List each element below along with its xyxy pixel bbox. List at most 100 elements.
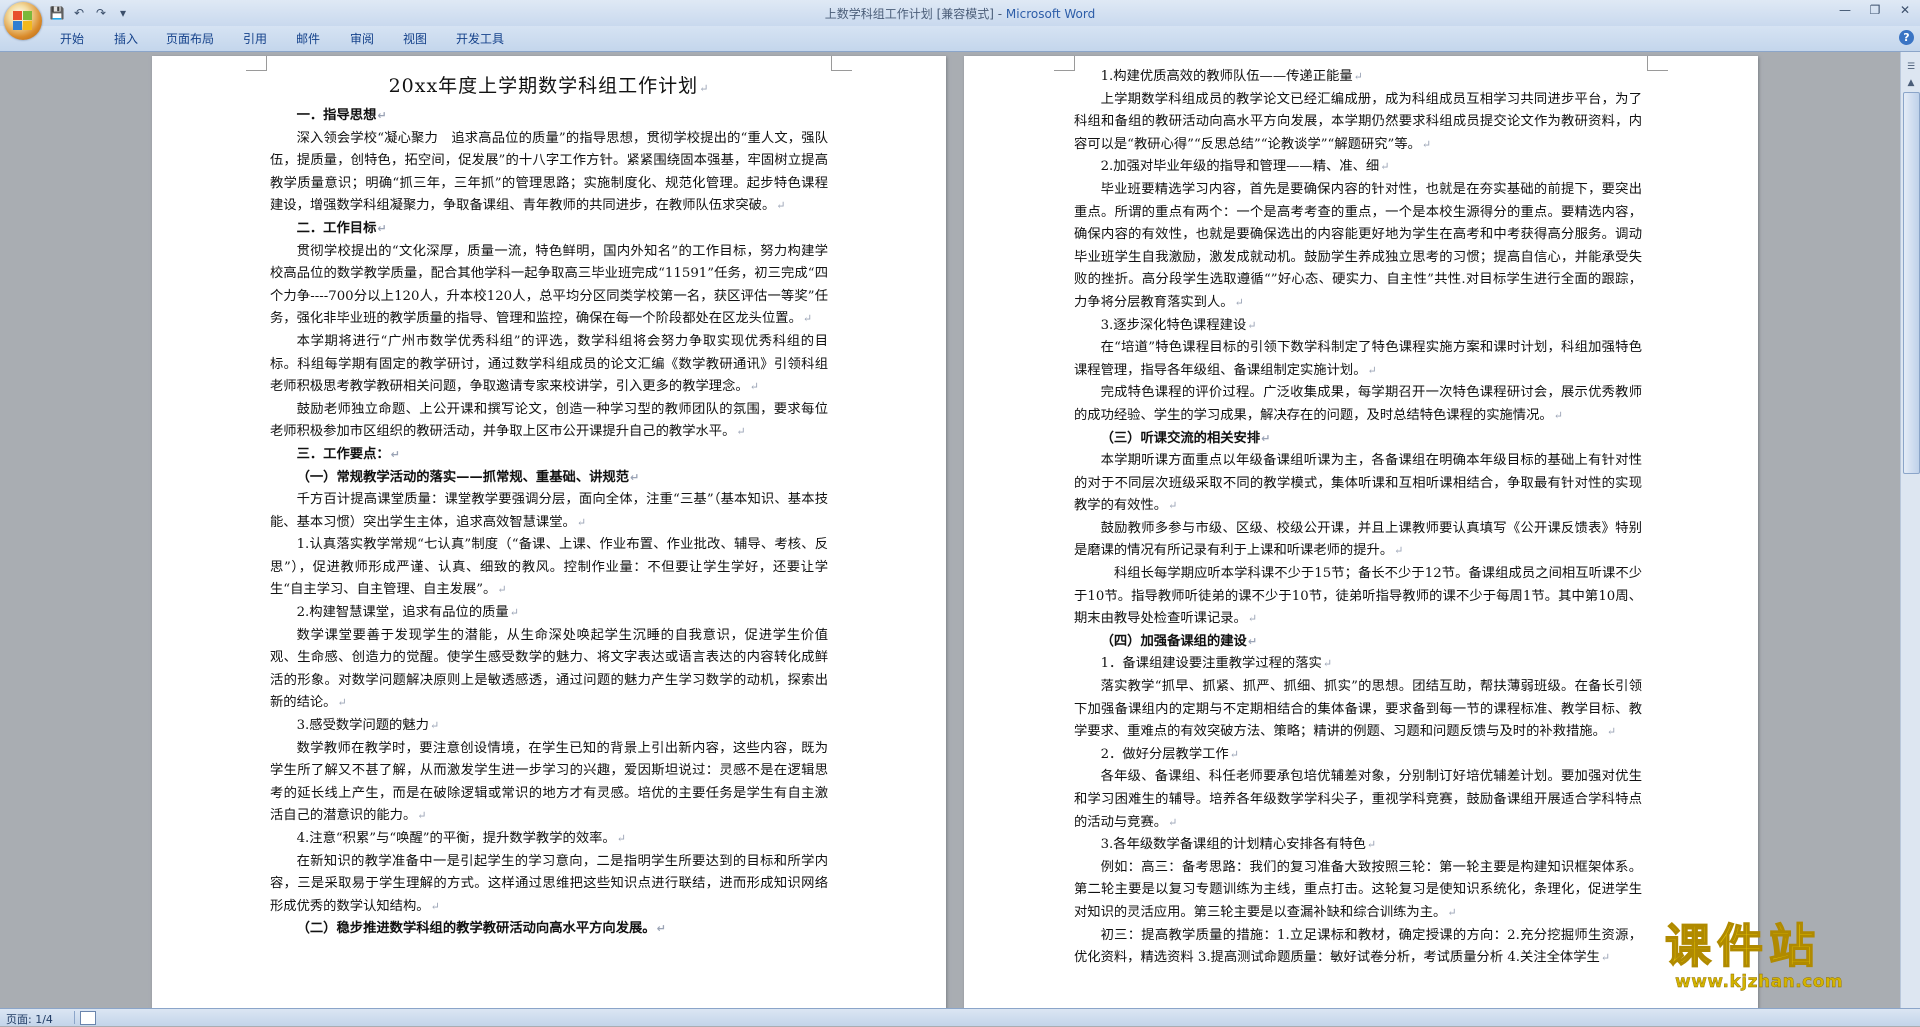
paragraph-text: 一．指导思想 bbox=[296, 108, 377, 123]
paragraph-text: 落实教学“抓早、抓紧、抓严、抓细、抓实”的思想。团结互助，帮扶薄弱班级。在备长引… bbox=[1074, 679, 1642, 740]
scroll-up-icon[interactable]: ▲ bbox=[1904, 76, 1918, 90]
paragraph-text: 3.各年级数学备课组的计划精心安排各有特色 bbox=[1100, 837, 1366, 853]
paragraph: 数学课堂要善于发现学生的潜能，从生命深处唤起学生沉睡的自我意识，促进学生价值观、… bbox=[270, 625, 828, 715]
paragraph: 2.加强对毕业年级的指导和管理——精、准、细↵ bbox=[1074, 156, 1642, 179]
ribbon-tab-strip: 开始 插入 页面布局 引用 邮件 审阅 视图 开发工具 ? bbox=[0, 26, 1920, 52]
margin-corner-mark bbox=[1647, 56, 1668, 71]
margin-corner-mark bbox=[831, 56, 852, 71]
section-heading: （三）听课交流的相关安排↵ bbox=[1074, 428, 1642, 451]
paragraph: 初三：提高教学质量的措施：1.立足课标和教材，确定授课的方向：2.充分挖掘师生资… bbox=[1074, 925, 1642, 970]
paragraph: 上学期数学科组成员的教学论文已经汇编成册，成为科组成员互相学习共同进步平台，为了… bbox=[1074, 89, 1642, 157]
paragraph-mark-icon: ↵ bbox=[1366, 838, 1377, 852]
section-heading: （四）加强备课组的建设↵ bbox=[1074, 631, 1642, 654]
paragraph-mark-icon: ↵ bbox=[1447, 905, 1457, 919]
paragraph: 本学期将进行“广州市数学优秀科组”的评选，数学科组将会努力争取实现优秀科组的目标… bbox=[270, 331, 828, 399]
paragraph: 贯彻学校提出的“文化深厚，质量一流，特色鲜明，国内外知名”的工作目标，努力构建学… bbox=[270, 241, 828, 331]
document-title-heading: 20xx年度上学期数学科组工作计划↵ bbox=[270, 66, 828, 109]
paragraph-text: 2.构建智慧课堂，追求有品位的质量 bbox=[296, 605, 509, 621]
paragraph-text: 20xx年度上学期数学科组工作计划 bbox=[388, 75, 699, 97]
close-icon[interactable]: ✕ bbox=[1890, 0, 1920, 20]
margin-corner-mark bbox=[246, 56, 267, 71]
scrollbar-thumb[interactable] bbox=[1903, 92, 1920, 474]
tab-mailings[interactable]: 邮件 bbox=[296, 30, 320, 47]
paragraph-mark-icon: ↵ bbox=[749, 380, 759, 394]
paragraph: 各年级、备课组、科任老师要承包培优辅差对象，分别制订好培优辅差计划。要加强对优生… bbox=[1074, 766, 1642, 834]
office-button[interactable] bbox=[4, 2, 42, 40]
paragraph-text: 数学教师在教学时，要注意创设情境，在学生已知的背景上引出新内容，这些内容，既为学… bbox=[270, 740, 828, 824]
tab-developer[interactable]: 开发工具 bbox=[456, 30, 504, 47]
paragraph-mark-icon: ↵ bbox=[1394, 544, 1404, 558]
paragraph-mark-icon: ↵ bbox=[1322, 657, 1333, 671]
tab-page-layout[interactable]: 页面布局 bbox=[166, 30, 214, 47]
app-name: Microsoft Word bbox=[1005, 7, 1096, 21]
paragraph-mark-icon: ↵ bbox=[1600, 951, 1611, 965]
window-title: 上数学科组工作计划 [兼容模式] - Microsoft Word bbox=[0, 5, 1920, 22]
tab-insert[interactable]: 插入 bbox=[114, 30, 138, 47]
paragraph-text: 3.逐步深化特色课程建设 bbox=[1100, 317, 1247, 333]
paragraph: 科组长每学期应听本学科课不少于15节；备长不少于12节。备课组成员之间相互听课不… bbox=[1074, 563, 1642, 631]
vertical-scrollbar[interactable]: ☰ ▲ bbox=[1900, 52, 1920, 1008]
paragraph-text: 千方百计提高课堂质量：课堂教学要强调分层，面向全体，注重“三基”（基本知识、基本… bbox=[270, 492, 828, 530]
restore-icon[interactable]: ❐ bbox=[1860, 0, 1890, 20]
paragraph: 例如：高三：备考思路：我们的复习准备大致按照三轮：第一轮主要是构建知识框架体系。… bbox=[1074, 857, 1642, 925]
paragraph-mark-icon: ↵ bbox=[699, 82, 710, 95]
paragraph-mark-icon: ↵ bbox=[1353, 70, 1363, 83]
paragraph-text: 二．工作目标 bbox=[296, 220, 377, 236]
paragraph-mark-icon: ↵ bbox=[1247, 612, 1258, 626]
paragraph-text: 1.构建优质高效的教师队伍——传递正能量 bbox=[1100, 69, 1353, 84]
paragraph: 1.认真落实教学常规“七认真”制度（“备课、上课、作业布置、作业批改、辅导、考核… bbox=[270, 534, 828, 602]
paragraph: 3.各年级数学备课组的计划精心安排各有特色↵ bbox=[1074, 834, 1642, 857]
paragraph-text: （二）稳步推进数学科组的教学教研活动向高水平方向发展。 bbox=[296, 921, 656, 937]
paragraph: 数学教师在教学时，要注意创设情境，在学生已知的背景上引出新内容，这些内容，既为学… bbox=[270, 738, 828, 828]
paragraph: 千方百计提高课堂质量：课堂教学要强调分层，面向全体，注重“三基”（基本知识、基本… bbox=[270, 489, 828, 534]
paragraph-mark-icon: ↵ bbox=[430, 899, 440, 913]
tab-view[interactable]: 视图 bbox=[403, 30, 427, 47]
paragraph-mark-icon: ↵ bbox=[1234, 295, 1244, 309]
section-heading: （一）常规教学活动的落实——抓常规、重基础、讲规范↵ bbox=[270, 467, 828, 490]
watermark-url: www.kjzhan.com bbox=[1675, 972, 1844, 992]
minimize-icon[interactable]: — bbox=[1830, 0, 1860, 20]
ruler-toggle-icon[interactable]: ☰ bbox=[1904, 60, 1918, 74]
tab-review[interactable]: 审阅 bbox=[350, 30, 374, 47]
paragraph-mark-icon: ↵ bbox=[656, 922, 666, 936]
proofing-icon[interactable] bbox=[80, 1011, 96, 1025]
section-heading: 二．工作目标↵ bbox=[270, 218, 828, 241]
tab-references[interactable]: 引用 bbox=[243, 30, 267, 47]
page-1-text[interactable]: 20xx年度上学期数学科组工作计划↵ 一．指导思想↵ 深入领会学校“凝心聚力 追求高… bbox=[270, 66, 828, 941]
watermark-logo-text: 课件站 bbox=[1664, 919, 1821, 973]
page-2-text[interactable]: 1.构建优质高效的教师队伍——传递正能量↵ 上学期数学科组成员的教学论文已经汇编成… bbox=[1074, 66, 1642, 970]
paragraph-text: 毕业班要精选学习内容，首先是要确保内容的针对性，也就是在夯实基础的前提下，要突出… bbox=[1074, 181, 1642, 310]
paragraph-text: 本学期将进行“广州市数学优秀科组”的评选，数学科组将会努力争取实现优秀科组的目标… bbox=[270, 333, 828, 395]
paragraph-mark-icon: ↵ bbox=[509, 606, 519, 620]
paragraph: 在“培道”特色课程目标的引领下数学科制定了特色课程实施方案和课时计划，科组加强特… bbox=[1074, 337, 1642, 382]
document-area: 20xx年度上学期数学科组工作计划↵ 一．指导思想↵ 深入领会学校“凝心聚力 追求高… bbox=[0, 52, 1900, 1008]
paragraph-text: 科组长每学期应听本学科课不少于15节；备长不少于12节。备课组成员之间相互听课不… bbox=[1074, 566, 1642, 627]
paragraph-text: 1.认真落实教学常规“七认真”制度（“备课、上课、作业布置、作业批改、辅导、考核… bbox=[270, 537, 828, 598]
paragraph: 在新知识的教学准备中一是引起学生的学习意向，二是指明学生所要达到的目标和所学内容… bbox=[270, 851, 828, 919]
title-bar: 💾 ↶ ↷ ▾ 上数学科组工作计划 [兼容模式] - Microsoft Wor… bbox=[0, 0, 1920, 40]
paragraph: 2.构建智慧课堂，追求有品位的质量↵ bbox=[270, 602, 828, 625]
paragraph-text: （一）常规教学活动的落实——抓常规、重基础、讲规范 bbox=[296, 469, 630, 485]
paragraph-text: 上学期数学科组成员的教学论文已经汇编成册，成为科组成员互相学习共同进步平台，为了… bbox=[1074, 91, 1642, 152]
page-1: 20xx年度上学期数学科组工作计划↵ 一．指导思想↵ 深入领会学校“凝心聚力 追求高… bbox=[152, 56, 946, 1008]
paragraph-mark-icon: ↵ bbox=[497, 583, 507, 597]
margin-corner-mark bbox=[1054, 56, 1075, 71]
paragraph-text: （四）加强备课组的建设 bbox=[1100, 633, 1247, 649]
status-bar: 页面: 1/4 bbox=[0, 1008, 1920, 1026]
paragraph: 深入领会学校“凝心聚力 追求高品位的质量”的指导思想，贯彻学校提出的“重人文，强… bbox=[270, 128, 828, 218]
paragraph-mark-icon: ↵ bbox=[736, 425, 746, 439]
paragraph: 1．备课组建设要注重教学过程的落实↵ bbox=[1074, 653, 1642, 676]
paragraph: 本学期听课方面重点以年级备课组听课为主，各备课组在明确本年级目标的基础上有针对性… bbox=[1074, 450, 1642, 518]
help-icon[interactable]: ? bbox=[1899, 30, 1914, 45]
paragraph-mark-icon: ↵ bbox=[1380, 160, 1390, 174]
paragraph-text: 数学课堂要善于发现学生的潜能，从生命深处唤起学生沉睡的自我意识，促进学生价值观、… bbox=[270, 627, 828, 711]
paragraph-mark-icon: ↵ bbox=[417, 809, 427, 823]
window-controls: — ❐ ✕ bbox=[1830, 0, 1920, 20]
tab-home[interactable]: 开始 bbox=[60, 30, 84, 47]
section-heading: （二）稳步推进数学科组的教学教研活动向高水平方向发展。↵ bbox=[270, 918, 828, 941]
paragraph-mark-icon: ↵ bbox=[377, 221, 387, 235]
paragraph-text: 深入领会学校“凝心聚力 追求高品位的质量”的指导思想，贯彻学校提出的“重人文，强… bbox=[270, 130, 828, 214]
paragraph: 毕业班要精选学习内容，首先是要确保内容的针对性，也就是在夯实基础的前提下，要突出… bbox=[1074, 179, 1642, 315]
paragraph-text: 例如：高三：备考思路：我们的复习准备大致按照三轮：第一轮主要是构建知识框架体系。… bbox=[1074, 859, 1642, 920]
paragraph-text: 各年级、备课组、科任老师要承包培优辅差对象，分别制订好培优辅差计划。要加强对优生… bbox=[1074, 769, 1642, 830]
